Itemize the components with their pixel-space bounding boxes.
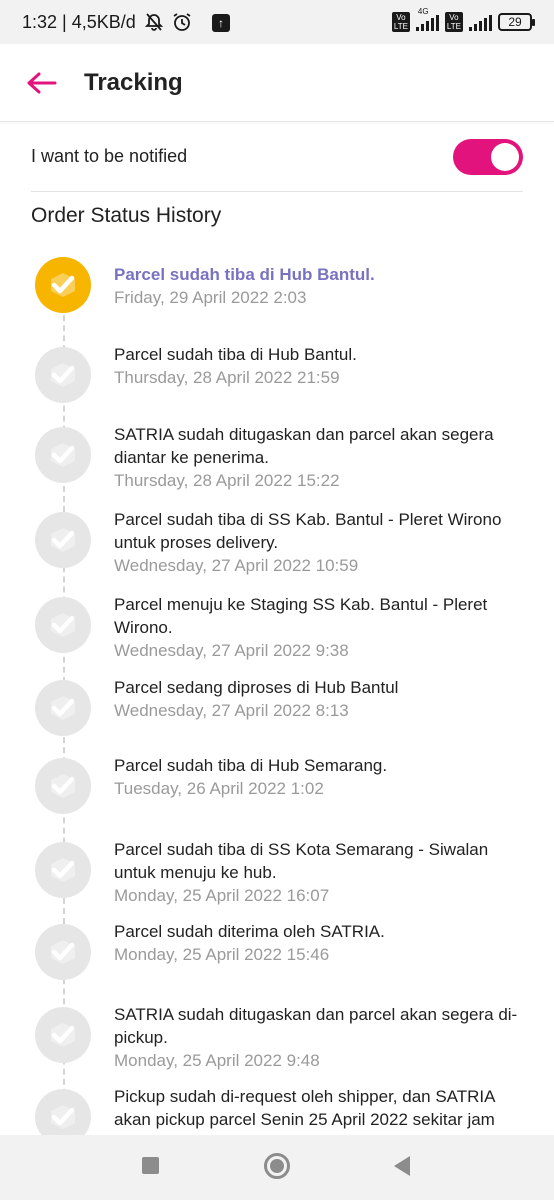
history-date: Monday, 25 April 2022 16:07 [114, 886, 330, 905]
signal-icon-2 [469, 13, 492, 31]
history-description: Parcel sudah tiba di Hub Bantul. [114, 345, 357, 364]
history-text: Parcel sudah tiba di Hub Semarang. Tuesda… [114, 754, 524, 800]
status-time-speed: 1:32 | 4,5KB/d [22, 11, 136, 32]
history-date: Thursday, 28 April 2022 21:59 [114, 368, 340, 387]
history-text: SATRIA sudah ditugaskan dan parcel akan … [114, 1003, 524, 1072]
signal-icon: 4G [415, 7, 439, 31]
check-icon [35, 512, 91, 568]
history-description: Parcel menuju ke Staging SS Kab. Bantul … [114, 595, 488, 637]
history-date: Friday, 29 April 2022 2:03 [114, 288, 307, 307]
history-description: Parcel sedang diproses di Hub Bantul [114, 678, 399, 697]
check-icon [35, 347, 91, 403]
check-icon [35, 427, 91, 483]
volte-icon-2: Vo LTE [444, 12, 463, 32]
history-text: Parcel sudah tiba di SS Kab. Bantul - Pl… [114, 508, 524, 577]
history-description: SATRIA sudah ditugaskan dan parcel akan … [114, 425, 494, 467]
check-icon [35, 924, 91, 980]
home-icon[interactable] [264, 1153, 290, 1179]
check-icon [35, 1007, 91, 1063]
upload-icon: ↑ [212, 14, 230, 32]
battery-icon: 29 [498, 13, 535, 31]
volte-icon: Vo LTE [391, 12, 410, 32]
history-date: Wednesday, 27 April 2022 8:13 [114, 701, 349, 720]
history-date: Monday, 25 April 2022 15:46 [114, 945, 330, 964]
recent-apps-icon[interactable] [142, 1157, 159, 1174]
notify-label: I want to be notified [31, 146, 188, 166]
history-text: SATRIA sudah ditugaskan dan parcel akan … [114, 423, 524, 492]
status-bar: 1:32 | 4,5KB/d ↑ Vo LTE 4G Vo LTE 29 [0, 0, 554, 44]
history-description: SATRIA sudah ditugaskan dan parcel akan … [114, 1005, 518, 1047]
status-timeline: Parcel sudah tiba di Hub Bantul. Friday, … [0, 255, 554, 1135]
history-text: Pickup sudah di-request oleh shipper, da… [114, 1085, 524, 1131]
history-date: Wednesday, 27 April 2022 10:59 [114, 556, 359, 575]
check-icon [35, 680, 91, 736]
back-button[interactable] [20, 61, 64, 105]
history-description: Parcel sudah diterima oleh SATRIA. [114, 922, 385, 941]
arrow-left-icon [27, 72, 57, 93]
check-icon [35, 597, 91, 653]
history-date: Monday, 25 April 2022 9:48 [114, 1051, 320, 1070]
notify-row: I want to be notified [31, 122, 523, 192]
history-description: Parcel sudah tiba di Hub Semarang. [114, 756, 388, 775]
history-text: Parcel sudah tiba di SS Kota Semarang - … [114, 838, 524, 907]
network-type-label: 4G [417, 7, 429, 16]
toggle-knob [491, 142, 519, 171]
app-header: Tracking [0, 44, 554, 122]
bell-off-icon [144, 12, 164, 32]
alarm-icon [172, 12, 192, 32]
check-icon [35, 1089, 91, 1135]
back-icon[interactable] [394, 1156, 410, 1176]
page-title: Tracking [84, 68, 183, 96]
history-description: Parcel sudah tiba di Hub Bantul. [114, 265, 375, 284]
section-title: Order Status History [31, 204, 222, 227]
history-text: Parcel menuju ke Staging SS Kab. Bantul … [114, 593, 524, 662]
check-icon [35, 257, 91, 313]
history-text: Parcel sudah tiba di Hub Bantul. Friday, … [114, 263, 524, 309]
history-description: Pickup sudah di-request oleh shipper, da… [114, 1087, 495, 1129]
history-text: Parcel sudah diterima oleh SATRIA. Monday… [114, 920, 524, 966]
history-date: Thursday, 28 April 2022 15:22 [114, 471, 340, 490]
history-date: Wednesday, 27 April 2022 9:38 [114, 641, 349, 660]
history-description: Parcel sudah tiba di SS Kota Semarang - … [114, 840, 489, 882]
history-text: Parcel sedang diproses di Hub Bantul Wedn… [114, 676, 524, 722]
system-nav-bar [0, 1135, 554, 1200]
history-date: Tuesday, 26 April 2022 1:02 [114, 779, 324, 798]
history-text: Parcel sudah tiba di Hub Bantul. Thursday… [114, 343, 524, 389]
check-icon [35, 758, 91, 814]
history-description: Parcel sudah tiba di SS Kab. Bantul - Pl… [114, 510, 502, 552]
check-icon [35, 842, 91, 898]
notify-toggle[interactable] [453, 138, 523, 175]
